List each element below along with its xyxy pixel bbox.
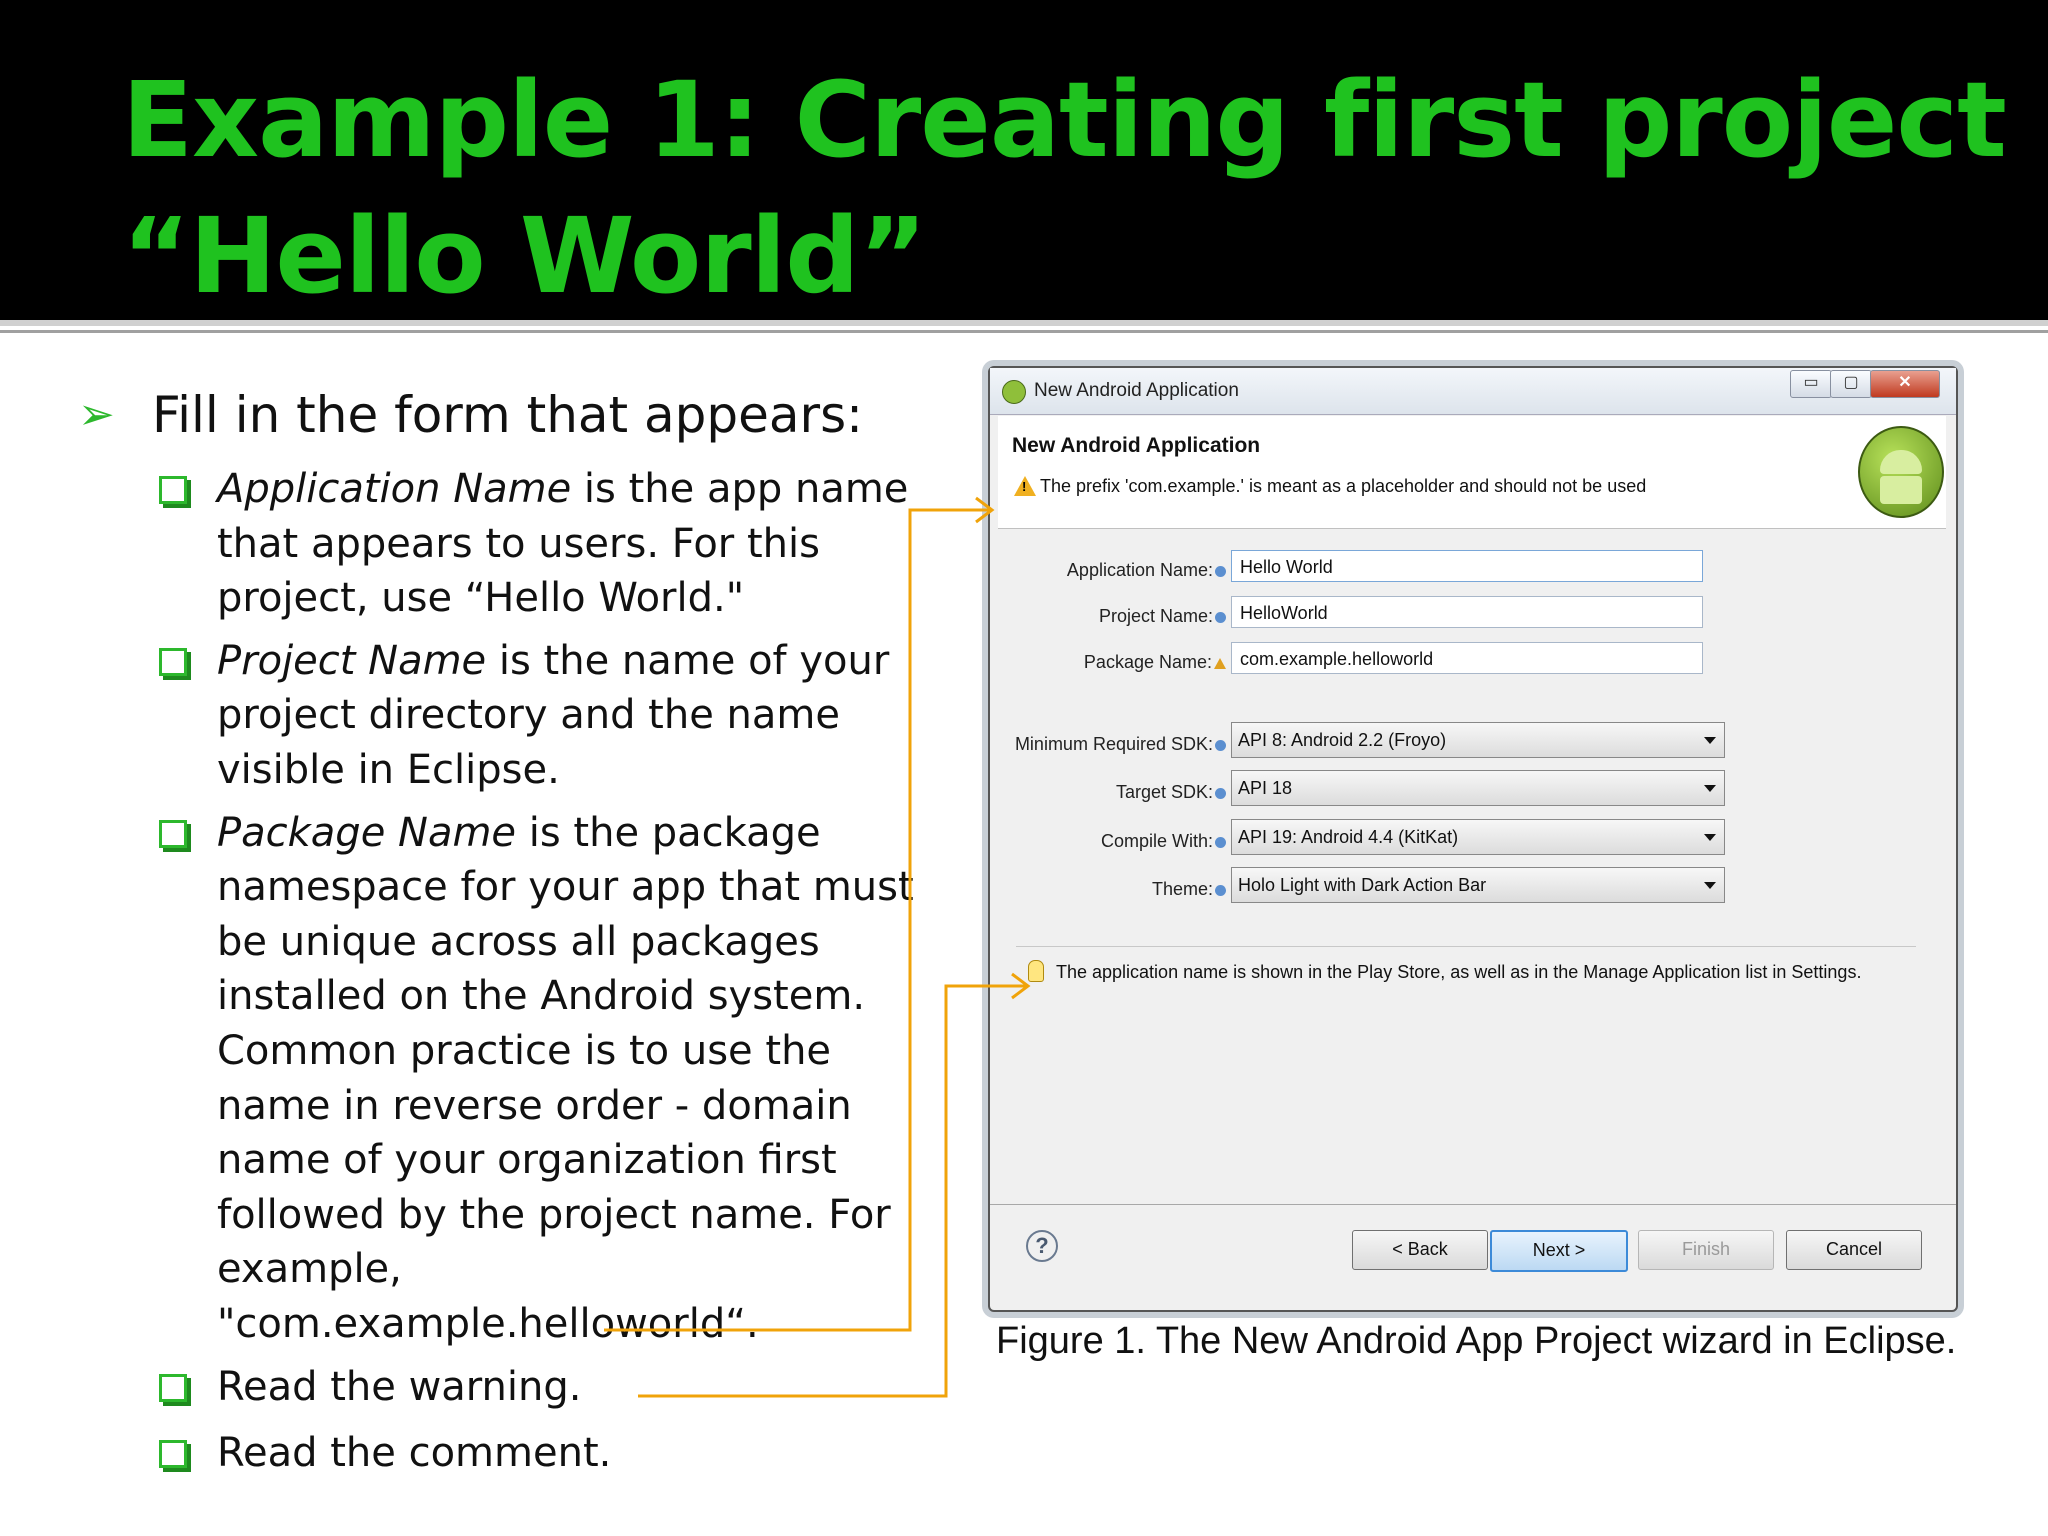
sub-bullet-read-warning: Read the warning. [159,1360,918,1415]
theme-select[interactable]: Holo Light with Dark Action Bar [1231,867,1725,903]
figure-caption: Figure 1. The New Android App Project wi… [996,1320,1957,1362]
compile-with-select[interactable]: API 19: Android 4.4 (KitKat) [1231,819,1725,855]
checkbox-bullet-icon [159,1440,187,1469]
theme-row: Theme: [990,871,1226,907]
package-name-label: Package Name: [1084,652,1226,673]
sub-bullet-application-name: Application Name is the app name that ap… [159,462,918,626]
main-bullet: ➢ Fill in the form that appears: [78,380,918,450]
separator [1016,946,1916,947]
chevron-down-icon [1704,882,1716,889]
warning-message: The prefix 'com.example.' is meant as a … [1040,476,1647,496]
main-bullet-text: Fill in the form that appears: [152,386,863,444]
slide-title-line1: Example 1: Creating first project [122,59,2007,181]
window-title: New Android Application [1034,380,1239,401]
checkbox-bullet-icon [159,476,187,504]
compile-with-row: Compile With: [990,823,1226,859]
application-name-row: Application Name: [990,554,1226,586]
arrow-bullet-icon: ➢ [78,389,115,440]
new-android-application-dialog: New Android Application ▭ ▢ ✕ New Androi… [988,366,1958,1312]
chevron-down-icon [1704,834,1716,841]
min-sdk-value: API 8: Android 2.2 (Froyo) [1238,730,1447,750]
sub-bullet-project-name: Project Name is the name of your project… [159,634,918,798]
lightbulb-icon [1028,960,1044,982]
info-icon [1215,739,1226,751]
bullet-term: Project Name [217,637,487,684]
info-icon [1215,787,1226,799]
help-icon[interactable]: ? [1026,1230,1058,1262]
title-band: Example 1: Creating first project “Hello… [0,0,2048,320]
divider [0,320,2048,326]
project-name-label: Project Name: [1099,606,1226,627]
sub-bullet-read-comment: Read the comment. [159,1426,918,1481]
android-app-icon [1002,380,1026,404]
compile-with-label: Compile With: [1101,831,1226,852]
checkbox-bullet-icon [159,647,187,676]
cancel-button[interactable]: Cancel [1786,1230,1922,1270]
slide-title: Example 1: Creating first project “Hello… [122,52,2007,324]
back-button[interactable]: < Back [1352,1230,1488,1270]
divider [0,330,2048,333]
wizard-banner: New Android Application ! The prefix 'co… [998,416,1946,529]
info-icon [1215,836,1226,848]
bullet-text: is the package namespace for your app th… [217,809,914,1347]
bullet-text: Read the comment. [217,1430,612,1477]
project-name-field[interactable]: HelloWorld [1231,596,1703,628]
maximize-button[interactable]: ▢ [1830,370,1872,398]
theme-label: Theme: [1152,879,1226,900]
warning-icon [1214,657,1226,669]
chevron-down-icon [1704,785,1716,792]
close-button[interactable]: ✕ [1870,370,1940,398]
project-name-row: Project Name: [990,600,1226,632]
checkbox-bullet-icon [159,1373,187,1402]
wizard-heading: New Android Application [1012,434,1261,457]
theme-value: Holo Light with Dark Action Bar [1238,875,1487,895]
compile-with-value: API 19: Android 4.4 (KitKat) [1238,827,1459,847]
target-sdk-row: Target SDK: [990,774,1226,810]
checkbox-bullet-icon [159,819,187,848]
finish-button[interactable]: Finish [1638,1230,1774,1270]
bullet-term: Application Name [217,466,572,512]
application-name-field[interactable]: Hello World [1231,550,1703,582]
target-sdk-select[interactable]: API 18 [1231,770,1725,806]
info-icon [1215,884,1226,896]
bullet-term: Package Name [217,809,517,856]
hint-text: The application name is shown in the Pla… [1056,962,1862,982]
target-sdk-value: API 18 [1238,778,1293,798]
sub-bullet-package-name: Package Name is the package namespace fo… [159,806,918,1352]
min-sdk-select[interactable]: API 8: Android 2.2 (Froyo) [1231,722,1725,758]
android-logo-icon [1858,426,1944,518]
next-button[interactable]: Next > [1490,1230,1628,1272]
min-sdk-label: Minimum Required SDK: [1015,734,1226,755]
application-name-label: Application Name: [1067,560,1226,581]
separator [990,1204,1956,1205]
min-sdk-row: Minimum Required SDK: [990,726,1226,762]
info-icon [1215,565,1226,577]
dialog-titlebar[interactable]: New Android Application ▭ ▢ ✕ [990,368,1956,415]
bullet-list: ➢ Fill in the form that appears: Applica… [78,380,918,1489]
target-sdk-label: Target SDK: [1116,782,1226,803]
slide-title-line2: “Hello World” [122,195,927,317]
minimize-button[interactable]: ▭ [1790,370,1832,398]
warning-icon: ! [1014,476,1036,496]
package-name-row: Package Name: [990,646,1226,678]
chevron-down-icon [1704,737,1716,744]
info-icon [1215,611,1226,623]
package-name-field[interactable]: com.example.helloworld [1231,642,1703,674]
bullet-text: Read the warning. [217,1363,582,1410]
